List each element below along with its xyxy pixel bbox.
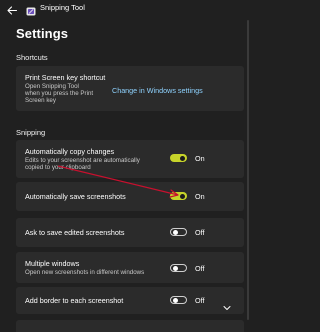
- ask-to-save-edited-card: Ask to save edited screenshots Off: [16, 218, 244, 247]
- ask-to-save-edited-toggle[interactable]: [170, 228, 187, 236]
- toggle-knob: [180, 193, 185, 199]
- ask-to-save-edited-state: Off: [195, 228, 205, 237]
- title-bar: Snipping Tool: [0, 0, 250, 16]
- auto-save-screenshots-title: Automatically save screenshots: [25, 192, 126, 201]
- chevron-down-icon[interactable]: [223, 298, 231, 310]
- multiple-windows-card: Multiple windows Open new screenshots in…: [16, 252, 244, 283]
- toggle-knob: [180, 155, 185, 161]
- auto-copy-changes-state: On: [195, 154, 205, 163]
- add-border-state: Off: [195, 296, 205, 305]
- add-border-toggle[interactable]: [170, 296, 187, 304]
- auto-save-screenshots-toggle[interactable]: [170, 192, 187, 200]
- print-screen-shortcut-card: Print Screen key shortcut Open Snipping …: [16, 66, 244, 111]
- page-title: Settings: [16, 26, 69, 41]
- snipping-tool-icon: [26, 3, 36, 16]
- section-heading-shortcuts: Shortcuts: [16, 53, 48, 62]
- auto-copy-changes-title: Automatically copy changes: [25, 147, 115, 156]
- section-heading-snipping: Snipping: [16, 128, 46, 137]
- toggle-knob: [173, 297, 178, 303]
- ask-to-save-edited-title: Ask to save edited screenshots: [25, 228, 125, 237]
- auto-save-screenshots-state: On: [195, 192, 205, 201]
- multiple-windows-desc: Open new screenshots in different window…: [25, 269, 145, 276]
- auto-save-screenshots-card: Automatically save screenshots On: [16, 182, 244, 211]
- auto-copy-changes-desc-line2: copied to your clipboard: [25, 164, 91, 171]
- auto-copy-changes-toggle[interactable]: [170, 154, 187, 162]
- multiple-windows-title: Multiple windows: [25, 259, 80, 268]
- add-border-title: Add border to each screenshot: [25, 296, 124, 305]
- app-title: Snipping Tool: [40, 3, 85, 12]
- auto-copy-changes-card: Automatically copy changes Edits to your…: [16, 140, 244, 178]
- add-border-card[interactable]: Add border to each screenshot Off: [16, 287, 244, 314]
- toggle-knob: [173, 229, 178, 235]
- snipping-tool-settings-window: Snipping Tool Settings Shortcuts Print S…: [0, 0, 250, 332]
- toggle-knob: [173, 265, 178, 271]
- change-in-windows-settings-link[interactable]: Change in Windows settings: [112, 86, 203, 95]
- scrollbar[interactable]: [247, 20, 249, 320]
- multiple-windows-toggle[interactable]: [170, 264, 187, 272]
- back-arrow-icon[interactable]: [6, 3, 18, 15]
- multiple-windows-state: Off: [195, 264, 205, 273]
- next-setting-card-partial: [16, 320, 244, 332]
- print-screen-title: Print Screen key shortcut: [25, 73, 106, 82]
- print-screen-desc-line3: Screen key: [25, 97, 56, 104]
